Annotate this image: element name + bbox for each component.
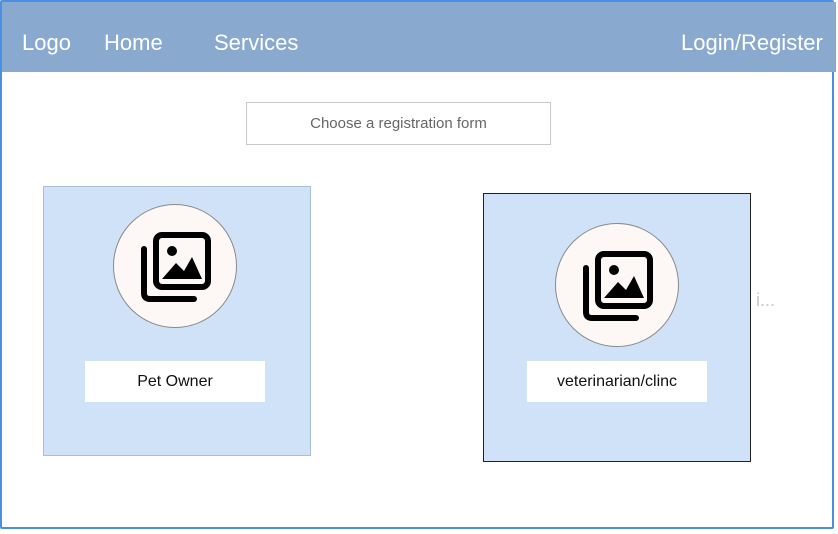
choose-registration-heading: Choose a registration form bbox=[246, 102, 551, 145]
nav-login-register-link[interactable]: Login/Register bbox=[681, 32, 823, 54]
veterinarian-avatar bbox=[555, 223, 679, 347]
navbar: Logo Home Services Login/Register bbox=[2, 2, 836, 72]
veterinarian-label-box: veterinarian/clinc bbox=[527, 361, 707, 402]
pet-owner-label: Pet Owner bbox=[137, 372, 213, 390]
overflow-text: i... bbox=[756, 290, 776, 310]
pet-owner-avatar bbox=[113, 204, 237, 328]
veterinarian-label: veterinarian/clinc bbox=[556, 372, 678, 390]
pet-owner-label-box: Pet Owner bbox=[85, 361, 265, 402]
nav-services-link[interactable]: Services bbox=[214, 32, 298, 54]
nav-home-link[interactable]: Home bbox=[104, 32, 163, 54]
nav-logo[interactable]: Logo bbox=[22, 32, 71, 54]
pet-owner-card[interactable]: Pet Owner bbox=[43, 186, 311, 456]
image-gallery-icon bbox=[136, 227, 214, 305]
image-gallery-icon bbox=[578, 246, 656, 324]
veterinarian-clinic-card[interactable]: veterinarian/clinc bbox=[483, 193, 751, 462]
choose-registration-text: Choose a registration form bbox=[310, 115, 487, 132]
